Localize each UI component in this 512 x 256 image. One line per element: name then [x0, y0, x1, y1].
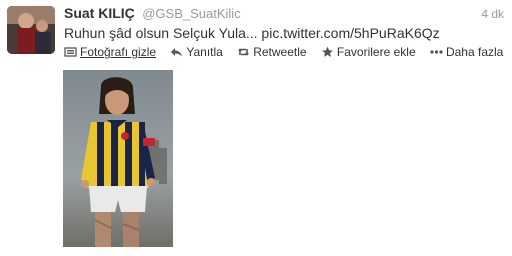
photo-icon: [64, 46, 77, 58]
more-button[interactable]: Daha fazla: [430, 45, 503, 59]
reply-label: Yanıtla: [186, 45, 223, 59]
hide-photo-label: Fotoğrafı gizle: [80, 45, 157, 59]
reply-arrow-icon: [170, 46, 183, 58]
more-label: Daha fazla: [445, 45, 504, 59]
reply-button[interactable]: Yanıtla: [170, 45, 223, 59]
user-fullname[interactable]: Suat KILIÇ: [64, 5, 135, 21]
retweet-button[interactable]: Retweetle: [237, 45, 307, 59]
ellipsis-icon: [430, 46, 443, 58]
favorite-button[interactable]: Favorilere ekle: [321, 45, 416, 59]
tweet-actions: Fotoğrafı gizle Yanıtla Retweetle Favori…: [64, 45, 504, 61]
retweet-label: Retweetle: [253, 45, 307, 59]
tweet-photo[interactable]: [63, 70, 173, 247]
tweet-text: Ruhun şâd olsun Selçuk Yula... pic.twitt…: [64, 25, 440, 41]
tweet-header: Suat KILIÇ @GSB_SuatKilic 4 dk: [64, 5, 504, 25]
hide-photo-button[interactable]: Fotoğrafı gizle: [64, 45, 156, 59]
user-screenname[interactable]: @GSB_SuatKilic: [142, 6, 240, 21]
tweet-timestamp[interactable]: 4 dk: [481, 7, 504, 21]
avatar[interactable]: [7, 6, 55, 54]
star-icon: [321, 46, 334, 58]
favorite-label: Favorilere ekle: [336, 45, 416, 59]
tweet: Suat KILIÇ @GSB_SuatKilic 4 dk Ruhun şâd…: [0, 0, 512, 256]
retweet-icon: [237, 46, 250, 58]
